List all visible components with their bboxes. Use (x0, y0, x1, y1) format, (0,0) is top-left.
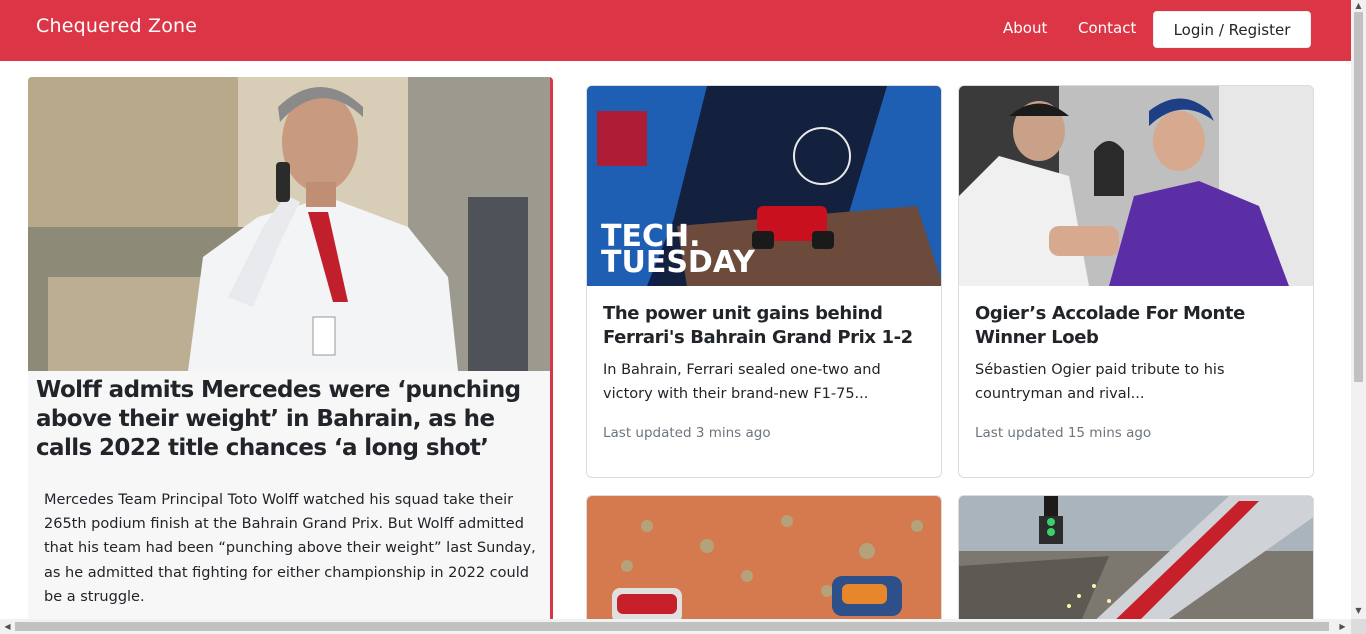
featured-article-title[interactable]: Wolff admits Mercedes were ‘punching abo… (36, 376, 541, 463)
article-card-image[interactable]: TECH. TUESDAY (587, 86, 942, 286)
scrollbar-corner (1351, 619, 1366, 634)
featured-article-image[interactable] (28, 77, 550, 371)
article-card-title[interactable]: Ogier’s Accolade For Monte Winner Loeb (975, 302, 1305, 350)
horizontal-scrollbar[interactable]: ◀ ▶ (0, 619, 1351, 634)
article-card[interactable] (958, 495, 1314, 625)
article-card-updated: Last updated 15 mins ago (975, 425, 1152, 441)
article-card-image[interactable] (959, 496, 1314, 625)
nav-about-link[interactable]: About (1003, 19, 1047, 37)
vertical-scrollbar[interactable]: ▲ ▼ (1351, 0, 1366, 619)
scroll-up-icon[interactable]: ▲ (1354, 1, 1363, 10)
article-card[interactable] (586, 495, 942, 625)
article-card[interactable]: Ogier’s Accolade For Monte Winner Loeb S… (958, 85, 1314, 478)
scroll-right-icon[interactable]: ▶ (1338, 622, 1347, 631)
article-card-image[interactable] (587, 496, 942, 625)
featured-article-body: Mercedes Team Principal Toto Wolff watch… (44, 492, 536, 605)
article-card-text: In Bahrain, Ferrari sealed one-two and v… (603, 362, 881, 402)
scroll-left-icon[interactable]: ◀ (3, 622, 12, 631)
featured-article-card[interactable]: Wolff admits Mercedes were ‘punching abo… (28, 77, 553, 634)
article-card-text: Sébastien Ogier paid tribute to his coun… (975, 362, 1225, 402)
article-card-image[interactable] (959, 86, 1314, 286)
brand-link[interactable]: Chequered Zone (36, 15, 197, 37)
navbar: Chequered Zone About Contact Login / Reg… (0, 0, 1351, 61)
article-card-updated: Last updated 3 mins ago (603, 425, 771, 441)
scroll-down-icon[interactable]: ▼ (1354, 606, 1363, 615)
svg-text:TUESDAY: TUESDAY (601, 245, 756, 280)
horizontal-scrollbar-thumb[interactable] (15, 622, 1329, 631)
login-register-button[interactable]: Login / Register (1153, 11, 1311, 48)
nav-contact-link[interactable]: Contact (1078, 19, 1136, 37)
article-card-title[interactable]: The power unit gains behind Ferrari's Ba… (603, 302, 933, 350)
vertical-scrollbar-thumb[interactable] (1354, 12, 1363, 382)
article-card[interactable]: TECH. TUESDAY The power unit gains behin… (586, 85, 942, 478)
